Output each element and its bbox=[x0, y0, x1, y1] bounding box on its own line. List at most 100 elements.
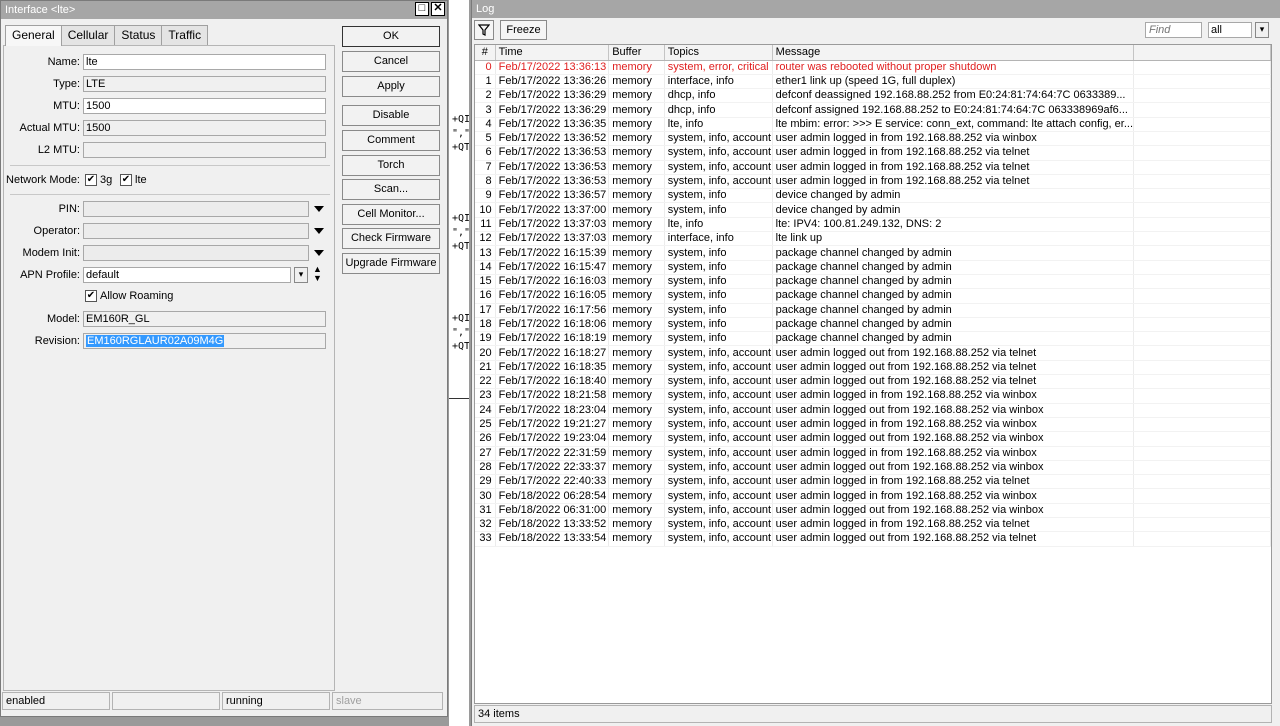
check-firmware-button[interactable]: Check Firmware bbox=[342, 228, 440, 249]
cell-topics: interface, info bbox=[664, 74, 773, 90]
apn-profile-dropdown-icon[interactable]: ▾ bbox=[294, 267, 308, 283]
cell-time: Feb/17/2022 18:23:04 bbox=[495, 403, 610, 418]
cell-filler bbox=[1133, 274, 1271, 290]
scrollbar[interactable] bbox=[1272, 44, 1280, 704]
find-input[interactable] bbox=[1145, 22, 1202, 38]
log-titlebar[interactable]: Log bbox=[472, 0, 1280, 18]
cell-time: Feb/17/2022 16:18:19 bbox=[495, 331, 610, 347]
torch-button[interactable]: Torch bbox=[342, 155, 440, 176]
column-header-buffer[interactable]: Buffer bbox=[608, 45, 665, 61]
cell-buffer: memory bbox=[608, 74, 665, 90]
filter-dropdown-icon[interactable]: ▾ bbox=[1255, 22, 1269, 38]
table-row[interactable]: 22 Feb/17/2022 16:18:40 memory system, info… bbox=[475, 374, 1271, 390]
modem-init-dropdown-icon[interactable] bbox=[314, 250, 324, 256]
tab-status[interactable]: Status bbox=[114, 25, 163, 45]
tab-cellular[interactable]: Cellular bbox=[60, 25, 116, 45]
column-header-topics[interactable]: Topics bbox=[664, 45, 773, 61]
cell-time: Feb/17/2022 13:37:00 bbox=[495, 202, 610, 218]
divider bbox=[449, 398, 469, 399]
maximize-icon[interactable]: □ bbox=[415, 2, 429, 16]
column-header-time[interactable]: Time bbox=[495, 45, 610, 61]
table-row[interactable]: 21 Feb/17/2022 16:18:35 memory system, info… bbox=[475, 360, 1271, 376]
cell-buffer: memory bbox=[608, 202, 665, 218]
table-row[interactable]: 4 Feb/17/2022 13:36:35 memory lte, info lte … bbox=[475, 117, 1271, 132]
cell-time: Feb/17/2022 13:36:13 bbox=[495, 60, 610, 75]
table-row[interactable]: 26 Feb/17/2022 19:23:04 memory system, info… bbox=[475, 431, 1271, 447]
disable-button[interactable]: Disable bbox=[342, 105, 440, 126]
comment-button[interactable]: Comment bbox=[342, 130, 440, 151]
table-row[interactable]: 15 Feb/17/2022 16:16:03 memory system, info… bbox=[475, 274, 1271, 290]
cell-buffer: memory bbox=[608, 131, 665, 147]
tab-traffic[interactable]: Traffic bbox=[161, 25, 209, 45]
name-input[interactable]: lte bbox=[83, 54, 326, 70]
table-row[interactable]: 23 Feb/17/2022 18:21:58 memory system, info… bbox=[475, 388, 1271, 404]
ok-button[interactable]: OK bbox=[342, 26, 440, 47]
cell-topics: system, info bbox=[664, 303, 773, 318]
table-row[interactable]: 14 Feb/17/2022 16:15:47 memory system, info… bbox=[475, 260, 1271, 275]
cancel-button[interactable]: Cancel bbox=[342, 51, 440, 72]
operator-select[interactable] bbox=[83, 223, 309, 239]
cell-monitor-button[interactable]: Cell Monitor... bbox=[342, 204, 440, 225]
cell-time: Feb/18/2022 13:33:52 bbox=[495, 517, 610, 533]
network-mode-3g-label: 3g bbox=[100, 174, 113, 186]
status-enabled: enabled bbox=[2, 692, 110, 710]
table-row[interactable]: 31 Feb/18/2022 06:31:00 memory system, info… bbox=[475, 503, 1271, 519]
table-row[interactable]: 33 Feb/18/2022 13:33:54 memory system, info… bbox=[475, 531, 1271, 547]
modem-init-select[interactable] bbox=[83, 245, 309, 261]
table-row[interactable]: 12 Feb/17/2022 13:37:03 memory interface, i… bbox=[475, 231, 1271, 247]
table-row[interactable]: 19 Feb/17/2022 16:18:19 memory system, info… bbox=[475, 331, 1271, 347]
cell-message: user admin logged in from 192.168.88.252… bbox=[772, 417, 1135, 433]
table-row[interactable]: 9 Feb/17/2022 13:36:57 memory system, info d… bbox=[475, 188, 1271, 204]
table-row[interactable]: 11 Feb/17/2022 13:37:03 memory lte, info lte… bbox=[475, 217, 1271, 233]
network-mode-lte-checkbox[interactable]: ✔ bbox=[120, 174, 132, 186]
table-row[interactable]: 2 Feb/17/2022 13:36:29 memory dhcp, info def… bbox=[475, 88, 1271, 104]
freeze-button[interactable]: Freeze bbox=[500, 20, 547, 40]
close-icon[interactable]: ✕ bbox=[431, 2, 445, 16]
column-header-number[interactable]: # bbox=[475, 45, 496, 61]
interface-titlebar[interactable]: Interface <lte> □ ✕ bbox=[1, 1, 447, 19]
upgrade-firmware-button[interactable]: Upgrade Firmware bbox=[342, 253, 440, 274]
mtu-input[interactable]: 1500 bbox=[83, 98, 326, 114]
table-row[interactable]: 29 Feb/17/2022 22:40:33 memory system, info… bbox=[475, 474, 1271, 490]
table-row[interactable]: 1 Feb/17/2022 13:36:26 memory interface, in… bbox=[475, 74, 1271, 90]
cell-number: 7 bbox=[475, 160, 496, 175]
filter-icon[interactable] bbox=[474, 20, 494, 40]
apply-button[interactable]: Apply bbox=[342, 76, 440, 97]
table-row[interactable]: 13 Feb/17/2022 16:15:39 memory system, info… bbox=[475, 245, 1271, 261]
cell-message: user admin logged out from 192.168.88.25… bbox=[772, 531, 1135, 547]
table-row[interactable]: 6 Feb/17/2022 13:36:53 memory system, info,… bbox=[475, 145, 1271, 161]
table-row[interactable]: 28 Feb/17/2022 22:33:37 memory system, info… bbox=[475, 460, 1271, 476]
apn-profile-updown-icon[interactable]: ▲ ▼ bbox=[313, 265, 322, 283]
allow-roaming-checkbox[interactable]: ✔ bbox=[85, 290, 97, 302]
scan-button[interactable]: Scan... bbox=[342, 179, 440, 200]
table-row[interactable]: 24 Feb/17/2022 18:23:04 memory system, info… bbox=[475, 403, 1271, 418]
table-row[interactable]: 16 Feb/17/2022 16:16:05 memory system, info… bbox=[475, 288, 1271, 304]
table-row[interactable]: 10 Feb/17/2022 13:37:00 memory system, info… bbox=[475, 202, 1271, 218]
column-header-message[interactable]: Message bbox=[772, 45, 1135, 61]
revision-field[interactable]: EM160RGLAUR02A09M4G bbox=[83, 333, 326, 349]
pin-dropdown-icon[interactable] bbox=[314, 206, 324, 212]
table-header: # Time Buffer Topics Message bbox=[475, 45, 1271, 61]
operator-dropdown-icon[interactable] bbox=[314, 228, 324, 234]
table-row[interactable]: 3 Feb/17/2022 13:36:29 memory dhcp, info def… bbox=[475, 102, 1271, 118]
table-row[interactable]: 25 Feb/17/2022 19:21:27 memory system, info… bbox=[475, 417, 1271, 433]
cell-message: lte link up bbox=[772, 231, 1135, 247]
filter-select[interactable]: all bbox=[1208, 22, 1252, 38]
table-row[interactable]: 32 Feb/18/2022 13:33:52 memory system, info… bbox=[475, 517, 1271, 533]
table-row[interactable]: 20 Feb/17/2022 16:18:27 memory system, info… bbox=[475, 345, 1271, 361]
table-row[interactable]: 30 Feb/18/2022 06:28:54 memory system, info… bbox=[475, 488, 1271, 504]
table-row[interactable]: 27 Feb/17/2022 22:31:59 memory system, info… bbox=[475, 446, 1271, 461]
table-row[interactable]: 18 Feb/17/2022 16:18:06 memory system, info… bbox=[475, 317, 1271, 333]
revision-value[interactable]: EM160RGLAUR02A09M4G bbox=[86, 335, 225, 347]
network-mode-3g-checkbox[interactable]: ✔ bbox=[85, 174, 97, 186]
table-row[interactable]: 17 Feb/17/2022 16:17:56 memory system, info… bbox=[475, 303, 1271, 318]
table-row[interactable]: 5 Feb/17/2022 13:36:52 memory system, info,… bbox=[475, 131, 1271, 147]
pin-select[interactable] bbox=[83, 201, 309, 217]
table-row[interactable]: 8 Feb/17/2022 13:36:53 memory system, info,… bbox=[475, 174, 1271, 190]
cell-filler bbox=[1133, 517, 1271, 533]
table-row[interactable]: 7 Feb/17/2022 13:36:53 memory system, info,… bbox=[475, 160, 1271, 175]
pin-label: PIN: bbox=[58, 203, 80, 215]
apn-profile-select[interactable]: default bbox=[83, 267, 291, 283]
table-row[interactable]: 0 Feb/17/2022 13:36:13 memory system, error… bbox=[475, 60, 1271, 75]
tab-general[interactable]: General bbox=[5, 25, 62, 46]
